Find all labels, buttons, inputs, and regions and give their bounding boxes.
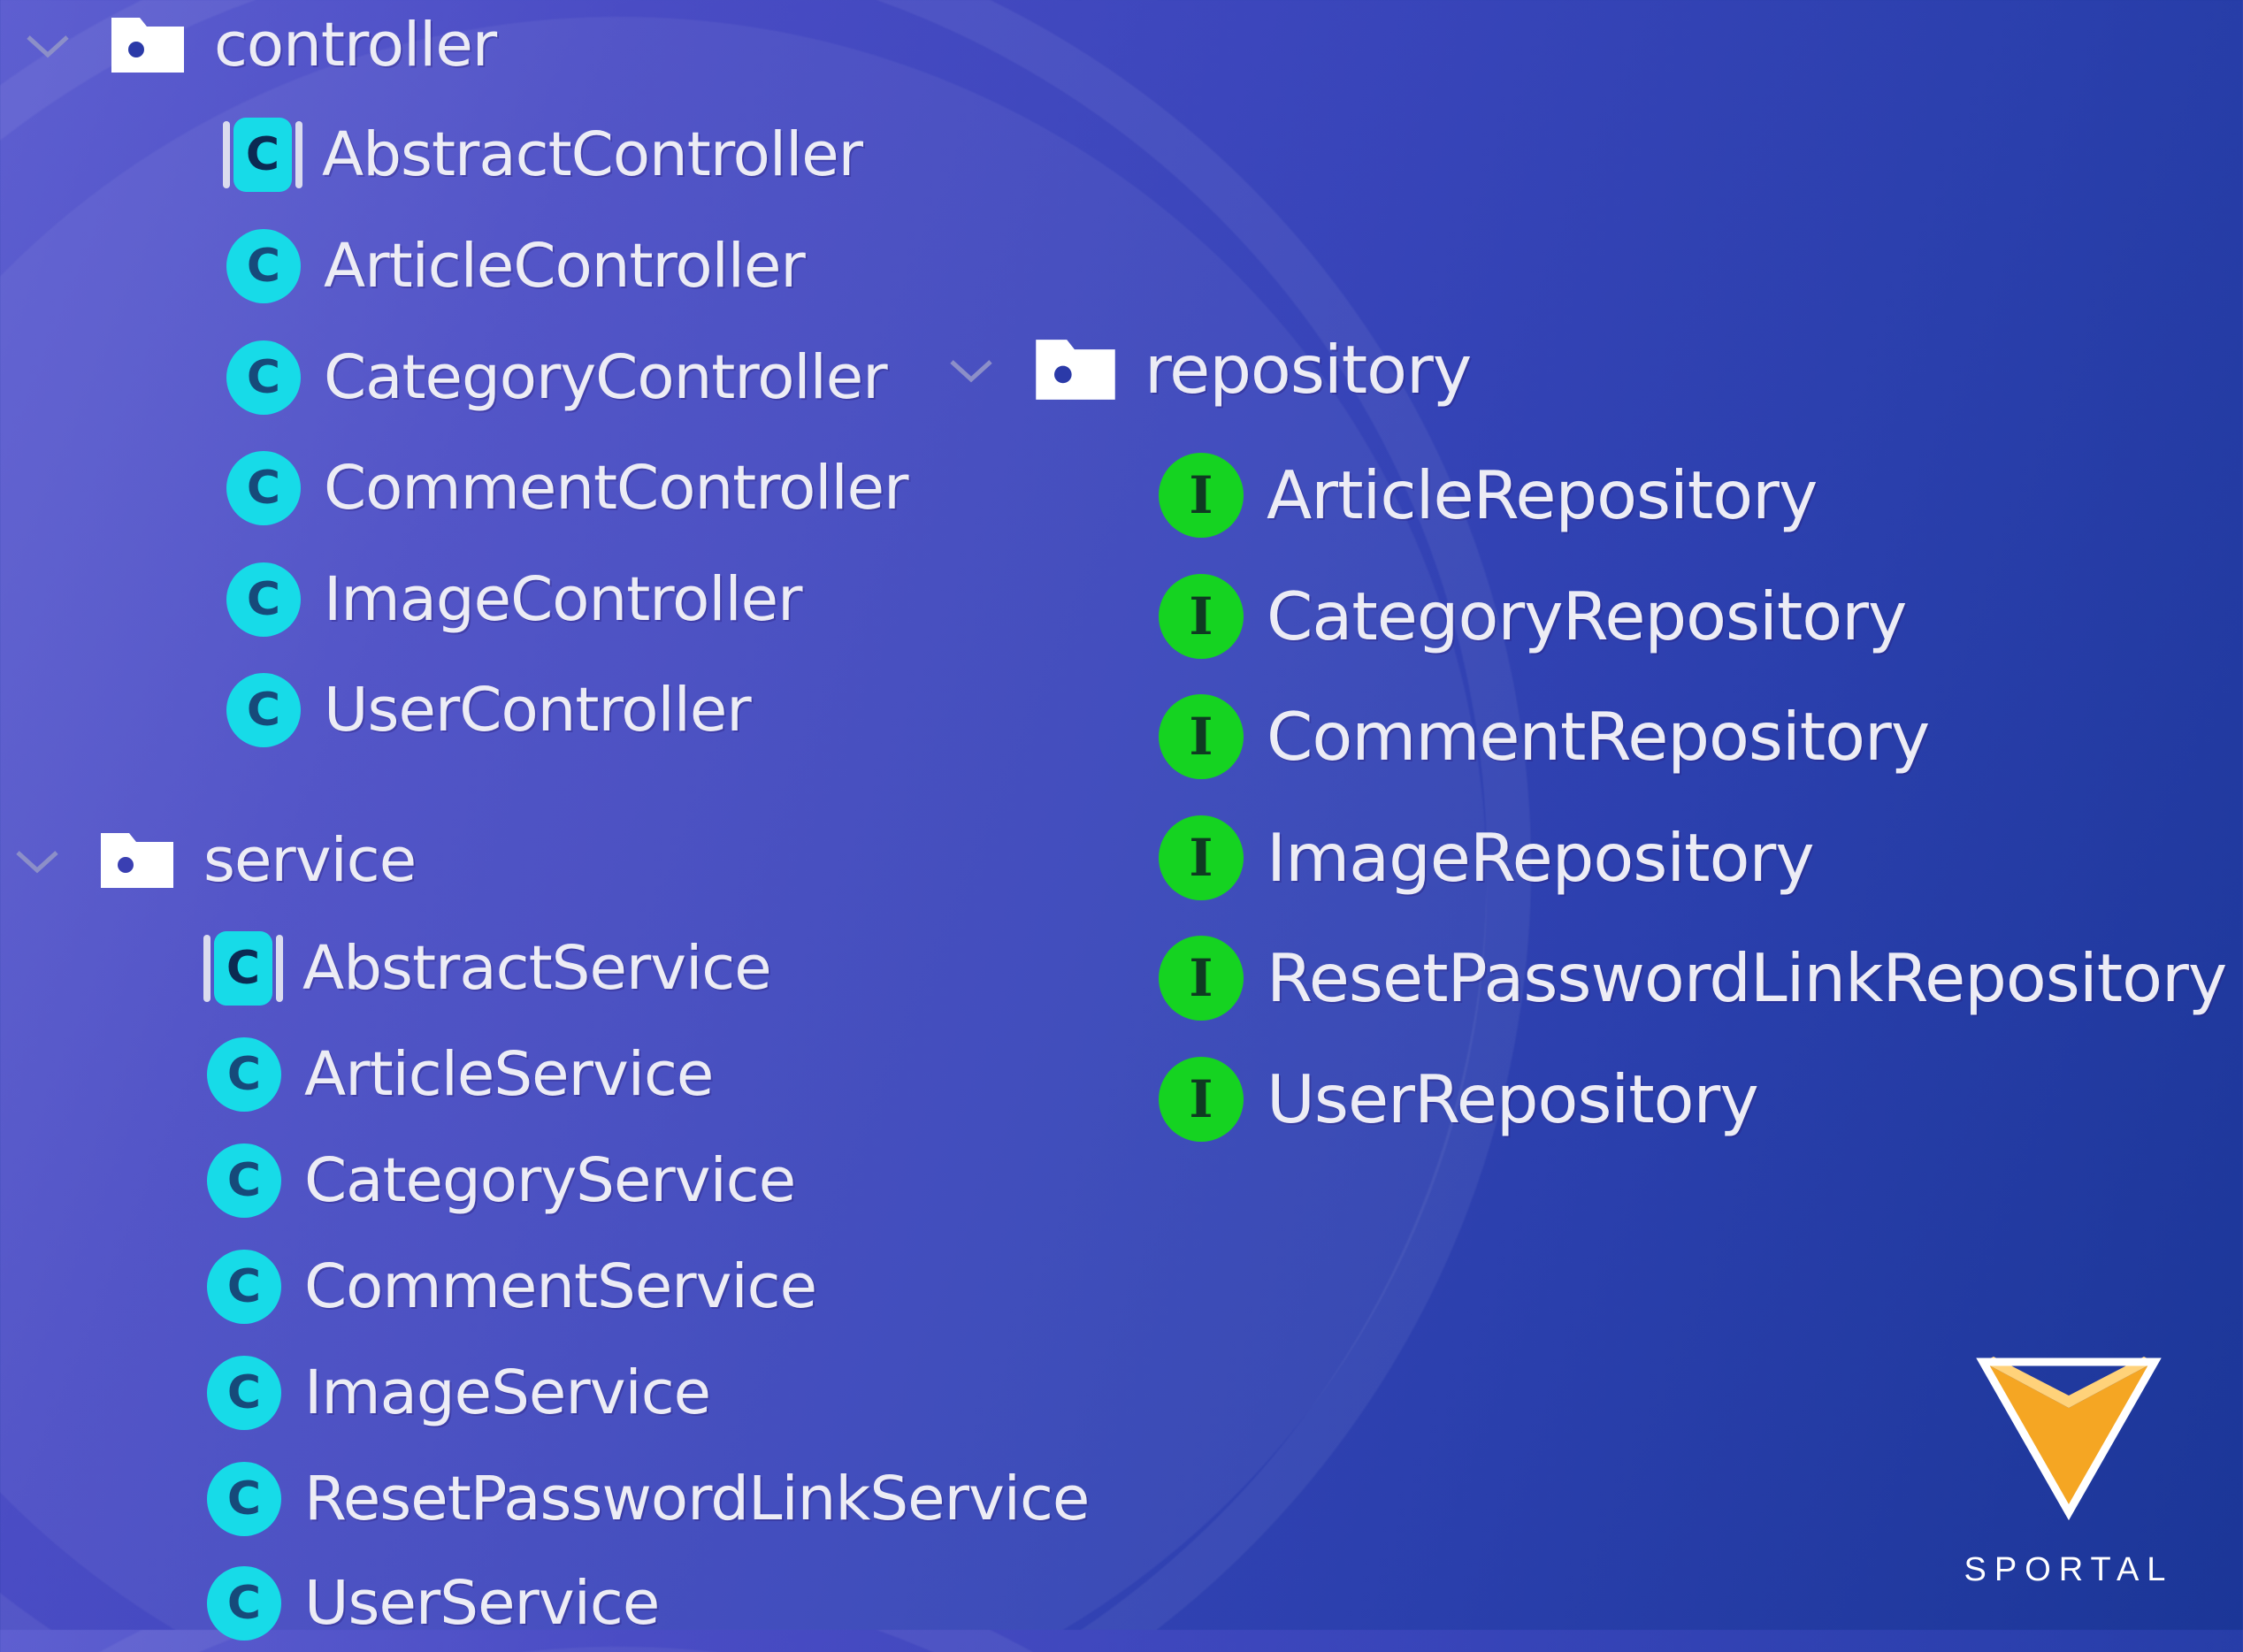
package-folder-icon (1036, 340, 1115, 400)
tree-item-comment-controller[interactable]: C CommentController (226, 440, 908, 537)
class-icon: C (207, 1462, 281, 1536)
package-folder-icon (111, 18, 184, 73)
class-icon: C (207, 1037, 281, 1112)
class-icon: C (207, 1143, 281, 1218)
chevron-down-icon[interactable] (945, 343, 998, 396)
tree-item-image-service[interactable]: C ImageService (207, 1344, 711, 1442)
class-icon: C (226, 673, 301, 747)
class-label: AbstractService (302, 933, 772, 1004)
tree-item-article-repository[interactable]: I ArticleRepository (1159, 442, 1818, 548)
package-service[interactable]: service (11, 812, 417, 909)
tree-item-category-repository[interactable]: I CategoryRepository (1159, 563, 1907, 669)
class-label: ImageService (304, 1358, 711, 1428)
class-label: CategoryController (324, 342, 888, 413)
class-icon: C (226, 562, 301, 637)
class-label: CommentController (324, 453, 908, 524)
class-label: CommentService (304, 1251, 817, 1322)
interface-icon: I (1159, 936, 1244, 1021)
package-folder-icon (101, 833, 173, 888)
class-icon: C (207, 1356, 281, 1430)
interface-icon: I (1159, 1057, 1244, 1142)
package-controller[interactable]: controller (21, 0, 497, 94)
interface-label: CommentRepository (1267, 698, 1930, 776)
interface-icon: I (1159, 694, 1244, 779)
chevron-down-icon[interactable] (21, 19, 74, 72)
tree-item-image-controller[interactable]: C ImageController (226, 551, 803, 648)
tree-item-category-controller[interactable]: C CategoryController (226, 329, 888, 426)
interface-icon: I (1159, 453, 1244, 538)
tree-item-user-service[interactable]: C UserService (207, 1555, 660, 1652)
class-label: UserService (304, 1568, 660, 1639)
interface-label: UserRepository (1267, 1060, 1759, 1138)
interface-label: CategoryRepository (1267, 577, 1907, 655)
class-label: ImageController (324, 564, 803, 635)
tree-item-image-repository[interactable]: I ImageRepository (1159, 805, 1815, 911)
tree-item-comment-service[interactable]: C CommentService (207, 1238, 817, 1335)
package-label: service (203, 825, 417, 896)
v-chevron-logo-icon (1976, 1357, 2162, 1521)
interface-label: ResetPasswordLinkRepository (1267, 939, 2227, 1017)
class-label: AbstractController (322, 119, 863, 190)
class-label: ArticleService (304, 1039, 714, 1110)
class-label: UserController (324, 675, 752, 746)
class-label: ArticleController (324, 231, 806, 302)
abstract-class-icon: C (203, 931, 283, 1006)
tree-item-user-repository[interactable]: I UserRepository (1159, 1046, 1759, 1152)
class-icon: C (226, 229, 301, 303)
abstract-class-icon: C (223, 118, 302, 192)
class-icon: C (226, 340, 301, 415)
interface-label: ArticleRepository (1267, 456, 1818, 534)
logo-wordmark: SPORTAL (1964, 1551, 2174, 1588)
tree-item-abstract-service[interactable]: C AbstractService (203, 920, 772, 1017)
package-label: controller (214, 10, 497, 80)
tree-item-abstract-controller[interactable]: C AbstractController (223, 106, 863, 203)
interface-label: ImageRepository (1267, 819, 1815, 897)
tree-item-reset-password-link-repository[interactable]: I ResetPasswordLinkRepository (1159, 925, 2227, 1031)
interface-icon: I (1159, 574, 1244, 659)
package-repository[interactable]: repository (945, 321, 1472, 418)
tree-item-comment-repository[interactable]: I CommentRepository (1159, 684, 1930, 790)
package-label: repository (1144, 331, 1472, 409)
tree-item-category-service[interactable]: C CategoryService (207, 1132, 796, 1229)
tree-item-user-controller[interactable]: C UserController (226, 662, 752, 759)
tree-item-article-controller[interactable]: C ArticleController (226, 218, 806, 315)
tree-item-reset-password-link-service[interactable]: C ResetPasswordLinkService (207, 1450, 1090, 1548)
chevron-down-icon[interactable] (11, 834, 64, 887)
class-icon: C (226, 451, 301, 525)
sportal-logo: SPORTAL (1928, 1344, 2243, 1610)
class-label: ResetPasswordLinkService (304, 1464, 1090, 1534)
class-label: CategoryService (304, 1145, 796, 1216)
class-icon: C (207, 1250, 281, 1324)
class-icon: C (207, 1566, 281, 1641)
tree-item-article-service[interactable]: C ArticleService (207, 1026, 714, 1123)
interface-icon: I (1159, 815, 1244, 900)
